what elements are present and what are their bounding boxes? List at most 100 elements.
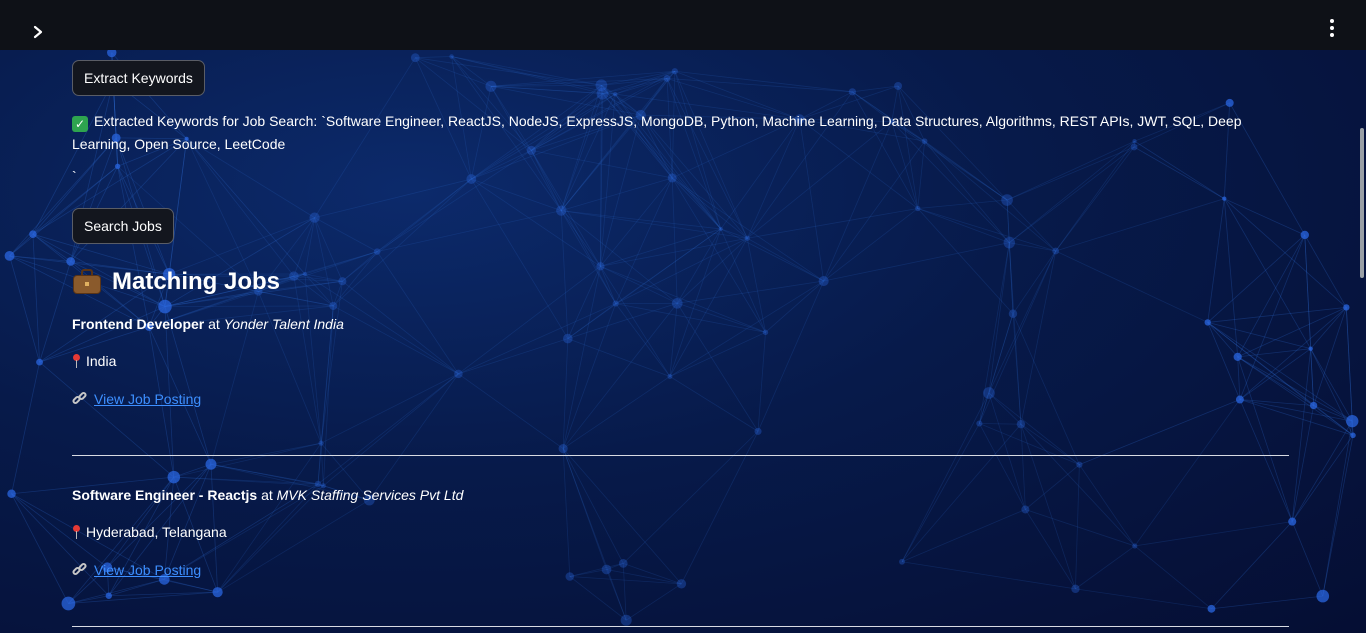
network-line [115, 137, 170, 275]
network-line [746, 238, 766, 333]
network-line [314, 178, 472, 219]
network-line [1055, 198, 1225, 252]
network-node [1021, 505, 1030, 514]
network-line [1239, 399, 1293, 522]
network-line [173, 442, 322, 478]
network-node [167, 470, 181, 484]
network-line [1223, 198, 1312, 349]
network-node [289, 271, 299, 281]
network-line [747, 237, 824, 282]
network-line [320, 373, 459, 444]
view-job-posting-link[interactable]: View Job Posting [94, 562, 201, 578]
menu-dot [1330, 19, 1334, 23]
network-line [470, 178, 569, 339]
network-node [1001, 194, 1013, 206]
network-line [562, 266, 601, 449]
network-line [562, 376, 671, 449]
network-node [1225, 98, 1234, 107]
network-line [531, 150, 601, 267]
network-line [1211, 521, 1293, 610]
network-line [458, 338, 568, 375]
network-line [1310, 348, 1315, 406]
network-node [7, 489, 16, 499]
network-line [1304, 234, 1347, 308]
network-node [1288, 517, 1297, 526]
top-bar [0, 0, 1366, 50]
network-line [671, 177, 824, 282]
job-location: India [72, 353, 116, 369]
network-line [415, 56, 452, 59]
network-node [329, 301, 338, 310]
scrollbar[interactable] [1358, 50, 1366, 633]
network-line [560, 210, 569, 339]
network-line [108, 591, 218, 597]
network-line [1310, 348, 1353, 422]
network-node [754, 427, 762, 435]
view-job-posting-link[interactable]: View Job Posting [94, 391, 201, 407]
network-node [1343, 304, 1350, 311]
network-line [186, 138, 295, 277]
network-line [39, 361, 175, 478]
network-node [595, 79, 608, 92]
scrollbar-thumb[interactable] [1360, 128, 1364, 278]
network-node [899, 558, 905, 565]
network-line [304, 251, 378, 275]
network-line [32, 233, 71, 262]
network-node [556, 205, 567, 216]
network-node [212, 587, 223, 598]
network-line [342, 251, 378, 282]
job-heading: Frontend Developer at Yonder Talent Indi… [72, 316, 344, 332]
network-node [1308, 346, 1313, 351]
network-line [1055, 250, 1208, 323]
network-node [36, 358, 43, 366]
network-line [1025, 464, 1080, 510]
kebab-menu-icon[interactable] [1320, 16, 1344, 40]
network-line [988, 313, 1014, 394]
network-line [676, 237, 748, 304]
network-node [1235, 395, 1244, 404]
network-node [1016, 419, 1026, 429]
network-line [1237, 307, 1347, 358]
search-jobs-button[interactable]: Search Jobs [72, 208, 174, 244]
network-node [915, 205, 921, 212]
extract-keywords-button[interactable]: Extract Keywords [72, 60, 205, 96]
section-heading: Matching Jobs [72, 268, 280, 296]
chevron-right-icon[interactable] [26, 20, 50, 44]
network-line [1207, 198, 1225, 323]
network-line [669, 238, 748, 377]
network-line [108, 579, 165, 597]
network-line [1134, 521, 1293, 547]
network-node [1003, 236, 1016, 249]
network-line [671, 177, 766, 333]
network-line [107, 463, 212, 568]
job-link-row: View Job Posting [71, 561, 201, 578]
network-line [601, 85, 722, 230]
network-line [667, 78, 853, 93]
network-node [1233, 352, 1242, 361]
network-line [1291, 521, 1324, 597]
pin-icon [72, 525, 82, 539]
network-node [596, 262, 605, 271]
link-icon [71, 390, 88, 406]
job-location: Hyderabad, Telangana [72, 524, 227, 540]
network-line [567, 266, 601, 339]
network-line [1075, 545, 1136, 590]
network-line [1239, 399, 1353, 422]
network-line [622, 431, 759, 564]
network-node [158, 299, 172, 314]
keywords-result: ✓ Extracted Keywords for Job Search: `Sof… [72, 110, 1272, 156]
network-line [451, 56, 602, 86]
network-node [454, 369, 463, 379]
network-line [376, 150, 532, 252]
network-node [485, 80, 497, 92]
network-line [39, 261, 72, 363]
network-line [1025, 509, 1076, 590]
network-line [567, 302, 678, 339]
network-node [338, 277, 347, 286]
network-node [1316, 589, 1330, 603]
network-line [917, 208, 1014, 315]
network-node [1346, 414, 1359, 428]
network-node [205, 458, 217, 470]
network-node [1350, 432, 1356, 439]
network-node [1309, 401, 1318, 410]
